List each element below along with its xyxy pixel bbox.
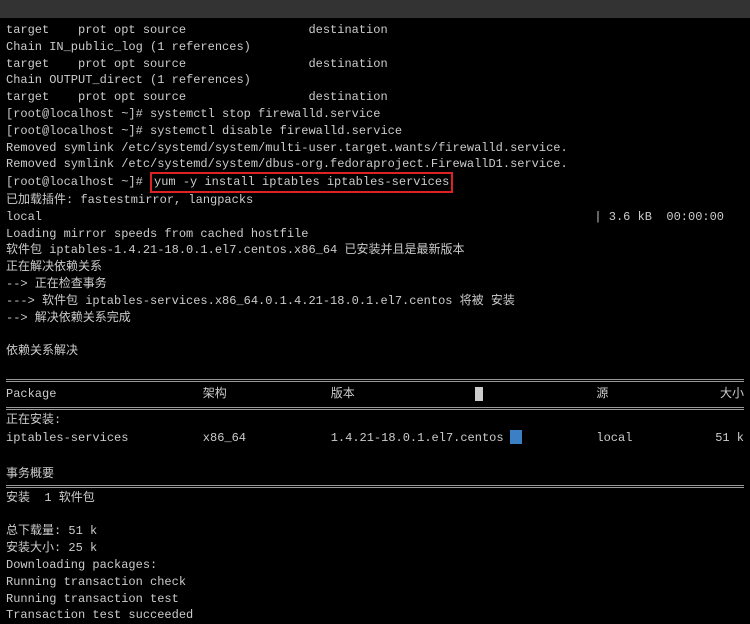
cell-package: iptables-services: [6, 430, 203, 447]
output-line: Downloading packages:: [6, 557, 744, 574]
output-line: [root@localhost ~]# systemctl disable fi…: [6, 123, 744, 140]
output-line: [6, 326, 744, 343]
output-line: [6, 507, 744, 524]
section-label: 正在安装:: [6, 412, 744, 429]
table-separator: [6, 407, 744, 410]
output-line: Removed symlink /etc/systemd/system/mult…: [6, 140, 744, 157]
output-line: target prot opt source destination: [6, 22, 744, 39]
output-line: --> 解决依赖关系完成: [6, 310, 744, 327]
output-line: Chain IN_public_log (1 references): [6, 39, 744, 56]
table-header: Package 架构 版本 源 大小: [6, 384, 744, 405]
output-line: 依赖关系解决: [6, 343, 744, 360]
output-line: target prot opt source destination: [6, 56, 744, 73]
output-line: Transaction test succeeded: [6, 607, 744, 624]
output-line: 软件包 iptables-1.4.21-18.0.1.el7.centos.x8…: [6, 242, 744, 259]
output-line: Running transaction test: [6, 591, 744, 608]
window-title-bar: [0, 0, 750, 18]
output-line: ---> 软件包 iptables-services.x86_64.0.1.4.…: [6, 293, 744, 310]
col-version: 版本: [331, 386, 597, 403]
cell-version: 1.4.21-18.0.1.el7.centos: [331, 430, 597, 447]
output-line: [6, 449, 744, 466]
output-line: 已加载插件: fastestmirror, langpacks: [6, 192, 744, 209]
output-line: --> 正在检查事务: [6, 276, 744, 293]
col-repo: 源: [596, 386, 694, 403]
download-info: | 3.6 kB 00:00:00: [594, 209, 724, 226]
col-size: 大小: [695, 386, 744, 403]
cell-arch: x86_64: [203, 430, 331, 447]
output-line: local | 3.6 kB 00:00:00: [6, 209, 744, 226]
output-line: Running transaction check: [6, 574, 744, 591]
table-separator: [6, 485, 744, 488]
text-cursor: [475, 387, 483, 401]
cell-size: 51 k: [695, 430, 744, 447]
col-arch: 架构: [203, 386, 331, 403]
highlighted-command: yum -y install iptables iptables-service…: [150, 172, 453, 193]
repo-name: local: [6, 210, 42, 224]
table-separator: [6, 379, 744, 382]
output-line: [6, 360, 744, 377]
col-package: Package: [6, 386, 203, 403]
output-line: 安装大小: 25 k: [6, 540, 744, 557]
output-line: [root@localhost ~]# systemctl stop firew…: [6, 106, 744, 123]
output-line: 正在解决依赖关系: [6, 259, 744, 276]
output-line: Loading mirror speeds from cached hostfi…: [6, 226, 744, 243]
output-line: target prot opt source destination: [6, 89, 744, 106]
cell-repo: local: [596, 430, 694, 447]
section-label: 事务概要: [6, 466, 744, 483]
terminal-output: target prot opt source destination Chain…: [6, 22, 744, 624]
selection-cursor: [510, 430, 522, 444]
prompt-prefix: [root@localhost ~]#: [6, 175, 150, 189]
output-line: Chain OUTPUT_direct (1 references): [6, 72, 744, 89]
output-line: 总下载量: 51 k: [6, 523, 744, 540]
table-row: iptables-services x86_64 1.4.21-18.0.1.e…: [6, 428, 744, 449]
prompt-line: [root@localhost ~]# yum -y install iptab…: [6, 173, 744, 192]
output-line: Removed symlink /etc/systemd/system/dbus…: [6, 156, 744, 173]
output-line: 安装 1 软件包: [6, 490, 744, 507]
